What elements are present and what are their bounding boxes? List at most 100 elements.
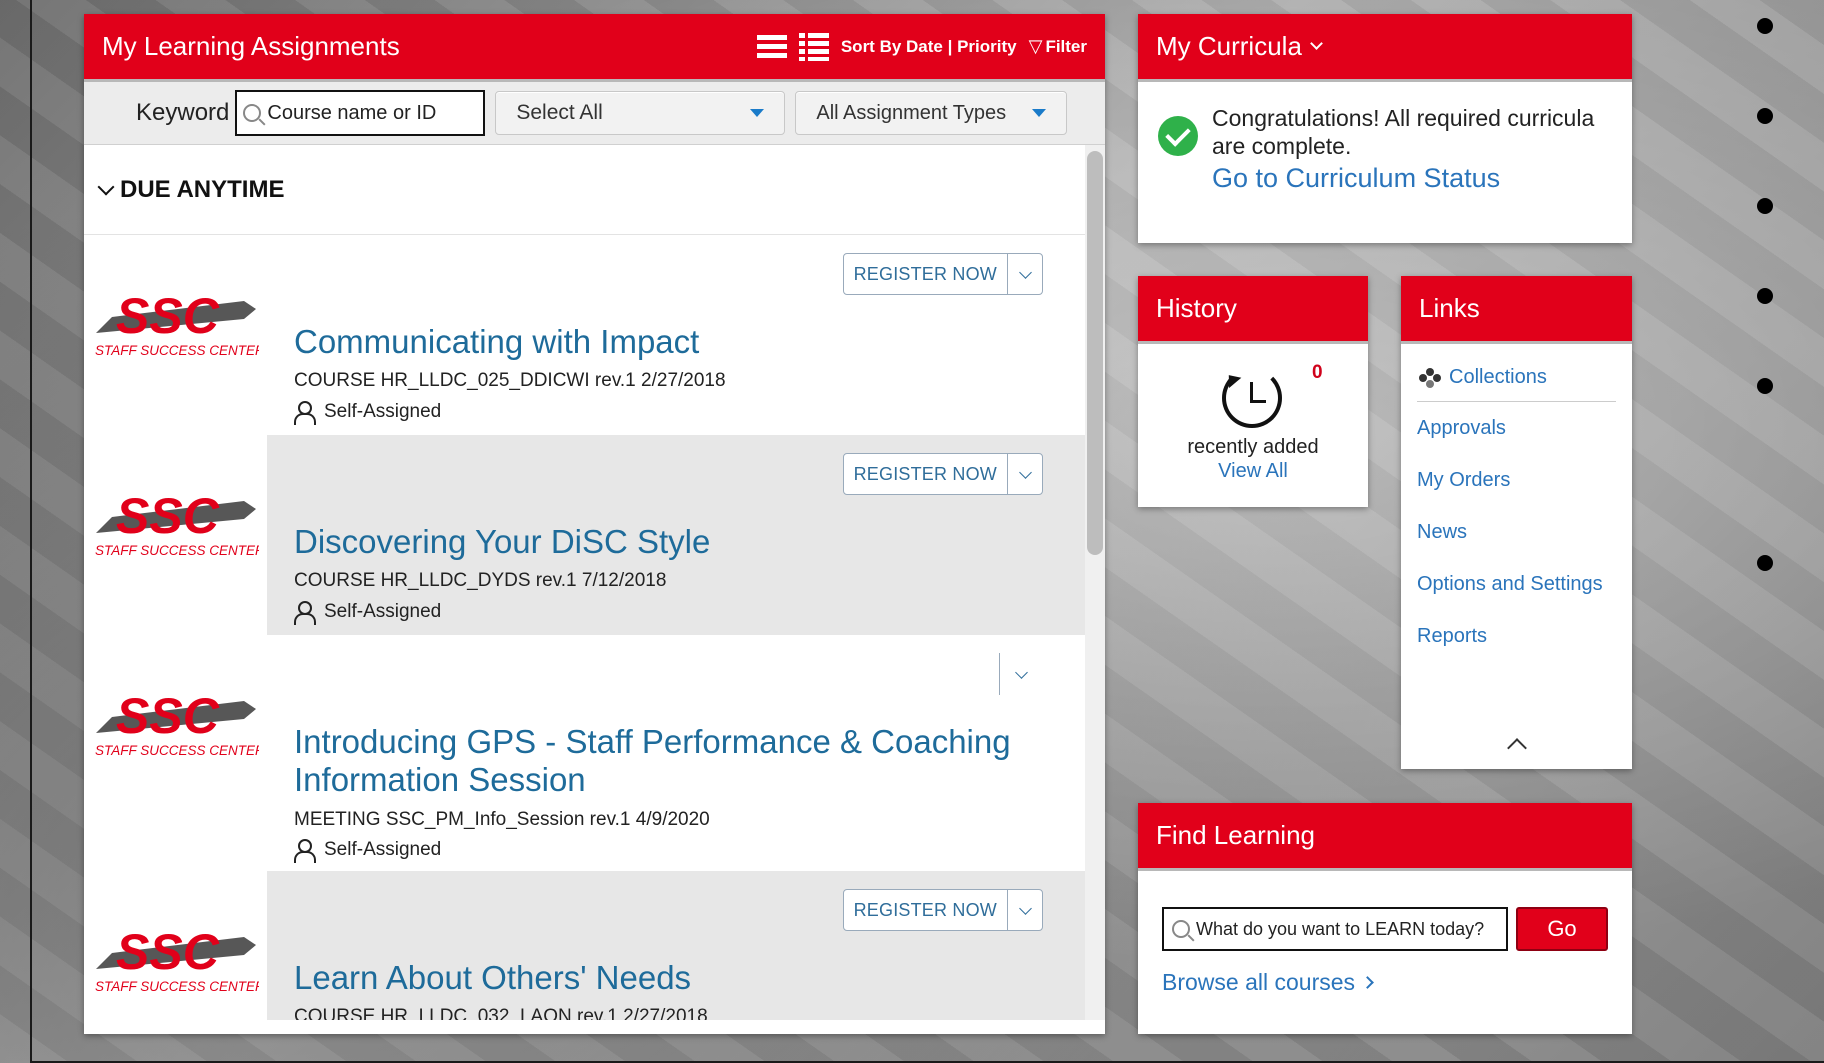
list-item: SSC STAFF SUCCESS CENTER Introducing GPS… [84,635,1085,871]
bullet-icon [1757,198,1773,214]
item-body: REGISTER NOW Learn About Others' Needs C… [294,871,1065,1020]
list-item: SSC STAFF SUCCESS CENTER REGISTER NOW Le… [84,871,1085,1020]
register-now-button[interactable]: REGISTER NOW [844,890,1008,930]
link-options-settings[interactable]: Options and Settings [1417,558,1616,610]
curricula-header[interactable]: My Curricula [1138,14,1632,82]
register-now-button[interactable]: REGISTER NOW [844,454,1008,494]
item-body: Introducing GPS - Staff Performance & Co… [294,635,1065,871]
chevron-up-icon [1506,738,1527,758]
collections-icon [1417,367,1445,388]
person-icon [294,839,316,863]
course-thumbnail: SSC STAFF SUCCESS CENTER [84,435,267,635]
chevron-down-icon [1018,465,1032,479]
link-news[interactable]: News [1417,506,1616,558]
link-collections[interactable]: Collections [1417,354,1616,402]
bullet-icon [1757,288,1773,304]
keyword-placeholder: Course name or ID [267,101,437,124]
list-scrollbar[interactable] [1085,145,1105,1020]
bullet-icon [1757,18,1773,34]
history-title: History [1156,293,1237,323]
learn-search-input[interactable]: What do you want to LEARN today? [1162,907,1508,951]
assignment-source: Self-Assigned [294,401,442,425]
assignment-list: DUE ANYTIME SSC STAFF SUCCESS CENTER REG… [84,145,1085,1020]
check-circle-icon [1158,116,1198,156]
links-body: Collections Approvals My Orders News Opt… [1401,344,1632,662]
chevron-down-icon [1018,265,1032,279]
detailed-list-view-icon[interactable] [798,32,829,61]
link-approvals[interactable]: Approvals [1417,402,1616,454]
course-title[interactable]: Discovering Your DiSC Style [294,523,710,561]
view-all-link[interactable]: View All [1138,460,1368,483]
more-options-button[interactable] [999,653,1043,695]
sort-button[interactable]: Sort By Date | Priority [841,37,1017,57]
links-panel: Links Collections Approvals My Orders Ne… [1401,276,1632,769]
chevron-right-icon [1361,976,1374,989]
curriculum-status-link[interactable]: Go to Curriculum Status [1212,164,1612,192]
curricula-message: Congratulations! All required curricula … [1212,105,1595,159]
more-options-button[interactable] [1008,254,1042,294]
curricula-body: Congratulations! All required curricula … [1138,82,1632,214]
chevron-down-icon [1015,665,1028,679]
list-item: SSC STAFF SUCCESS CENTER REGISTER NOW Co… [84,235,1085,435]
scrollbar-thumb[interactable] [1087,151,1103,555]
ssc-logo: SSC STAFF SUCCESS CENTER [95,289,259,358]
item-body: REGISTER NOW Discovering Your DiSC Style… [294,435,1065,635]
assignments-tools: Sort By Date | Priority ▽ Filter [756,32,1087,61]
course-meta: COURSE HR_LLDC_025_DDICWI rev.1 2/27/201… [294,370,726,391]
dropdown-caret-icon [1032,109,1047,117]
links-header: Links [1401,276,1632,344]
svg-text:SSC: SSC [116,925,220,980]
svg-text:SSC: SSC [116,289,220,344]
assigned-label: Self-Assigned [324,401,442,422]
curricula-title: My Curricula [1156,31,1302,61]
course-thumbnail: SSC STAFF SUCCESS CENTER [84,235,267,435]
assignment-type-value: All Assignment Types [816,101,1007,124]
find-learning-panel: Find Learning What do you want to LEARN … [1138,803,1632,1034]
keyword-label: Keyword [136,99,230,126]
course-title[interactable]: Learn About Others' Needs [294,959,691,997]
history-panel: History 0 recently added View All [1138,276,1368,507]
more-options-button[interactable] [1008,454,1042,494]
svg-text:STAFF SUCCESS CENTER: STAFF SUCCESS CENTER [95,543,259,558]
svg-text:SSC: SSC [116,689,220,744]
link-reports[interactable]: Reports [1417,610,1616,662]
bullet-icon [1757,378,1773,394]
filter-button[interactable]: ▽ Filter [1029,36,1087,57]
register-group: REGISTER NOW [842,253,1043,295]
filter-bar: Keyword Course name or ID Select All All… [84,82,1105,145]
go-button[interactable]: Go [1516,907,1608,951]
assignments-header: My Learning Assignments Sort By Date | P… [84,14,1105,82]
status-select[interactable]: Select All [495,91,786,135]
assignment-type-select[interactable]: All Assignment Types [795,91,1068,135]
course-thumbnail: SSC STAFF SUCCESS CENTER [84,635,267,871]
find-row: What do you want to LEARN today? Go [1162,907,1608,951]
browse-all-courses-link[interactable]: Browse all courses [1162,969,1608,996]
find-learning-header: Find Learning [1138,803,1632,871]
assignment-source: Self-Assigned [294,601,442,625]
svg-text:STAFF SUCCESS CENTER: STAFF SUCCESS CENTER [95,343,259,358]
more-options-button[interactable] [1008,890,1042,930]
history-label: recently added [1187,436,1319,458]
chevron-down-icon [97,178,115,195]
search-icon [1172,920,1190,938]
course-meta: COURSE HR_LLDC_032_LAON rev.1 2/27/2018 [294,1006,708,1020]
course-meta: COURSE HR_LLDC_DYDS rev.1 7/12/2018 [294,570,667,591]
register-now-button[interactable]: REGISTER NOW [844,254,1008,294]
assigned-label: Self-Assigned [324,601,442,622]
svg-text:STAFF SUCCESS CENTER: STAFF SUCCESS CENTER [95,743,259,758]
keyword-search-input[interactable]: Course name or ID [235,90,486,136]
course-title-line: Information Session [294,761,586,798]
search-icon [243,104,262,122]
course-title[interactable]: Communicating with Impact [294,323,699,361]
link-my-orders[interactable]: My Orders [1417,454,1616,506]
collapse-links-button[interactable] [1401,738,1632,758]
person-icon [294,601,316,625]
filter-label: Filter [1045,36,1087,56]
list-view-icon[interactable] [756,32,787,61]
links-title: Links [1419,293,1480,323]
history-count: 0 [1312,362,1323,383]
due-anytime-group[interactable]: DUE ANYTIME [84,145,1085,235]
course-title[interactable]: Introducing GPS - Staff Performance & Co… [294,723,1011,799]
curricula-panel: My Curricula Congratulations! All requir… [1138,14,1632,243]
bullet-icon [1757,108,1773,124]
